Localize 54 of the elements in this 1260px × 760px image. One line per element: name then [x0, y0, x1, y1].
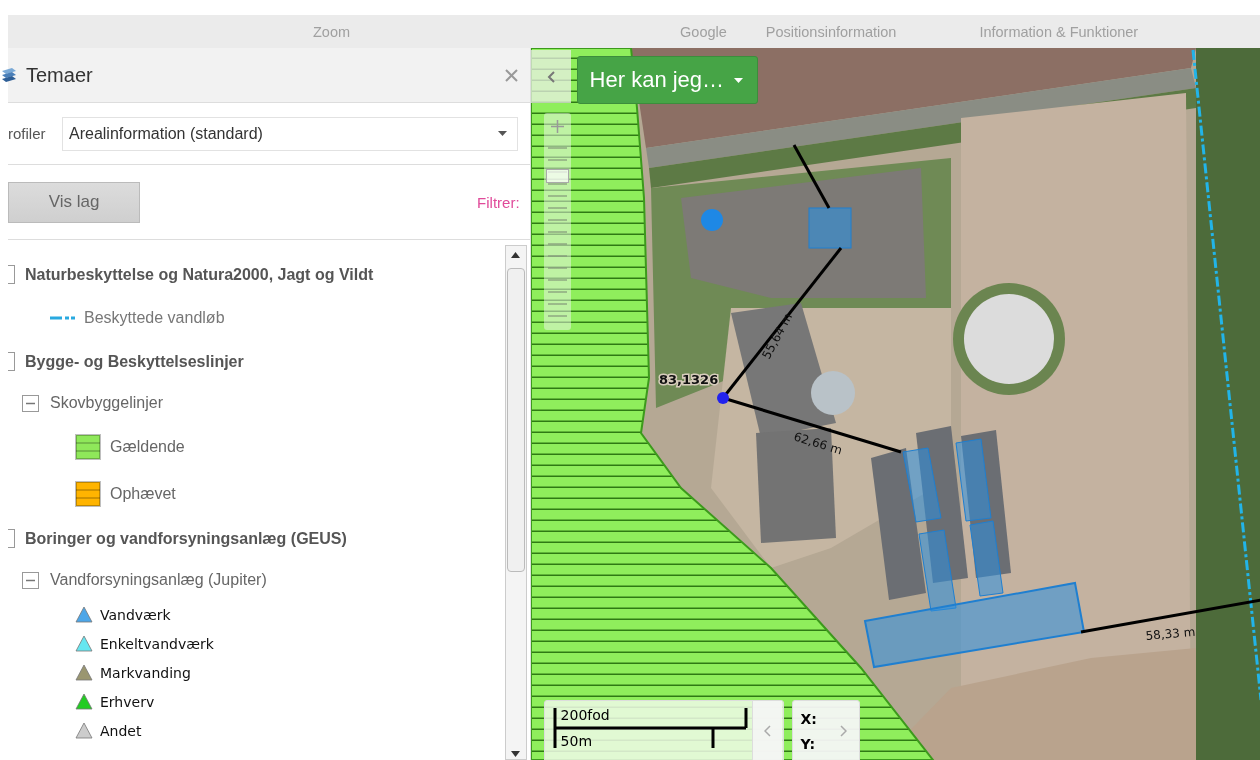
caret-icon — [734, 77, 744, 83]
collapse-panel-button[interactable] — [530, 50, 571, 103]
filter-link[interactable]: Filtrer: — [477, 193, 520, 211]
collapse-icon[interactable] — [22, 394, 39, 412]
actions-menu-button[interactable]: Her kan jeg… — [576, 56, 759, 104]
chevron-left-icon — [763, 725, 771, 737]
legend-label: Vandværk — [100, 606, 171, 623]
group-checkbox[interactable] — [8, 529, 15, 548]
scrollbar-thumb[interactable] — [506, 268, 525, 572]
point-label: 83,1326 — [658, 372, 718, 387]
location-dot — [700, 209, 723, 231]
profile-select[interactable]: Arealinformation (standard) — [62, 116, 518, 151]
top-menu-item[interactable]: Positionsinformation — [765, 23, 897, 40]
layer-group-title[interactable]: Bygge- og Beskyttelseslinjer — [25, 352, 244, 371]
legend-label: Andet — [100, 722, 142, 739]
chevron-right-icon — [840, 725, 848, 737]
collapse-icon[interactable] — [22, 571, 39, 589]
scroll-up-icon[interactable] — [511, 252, 521, 258]
y-coordinate-label: Y: — [800, 736, 817, 752]
top-menu-item[interactable]: Zoom — [313, 23, 351, 40]
top-menu-item[interactable]: Information & Funktioner — [979, 23, 1139, 40]
chevron-left-icon — [546, 70, 555, 83]
close-icon[interactable] — [504, 68, 518, 82]
top-menu-item[interactable]: Google — [680, 23, 727, 40]
measure-line — [792, 144, 830, 209]
silo-drawing — [810, 371, 855, 415]
caret-icon — [498, 131, 507, 136]
group-checkbox[interactable] — [8, 265, 15, 284]
legend-label: Enkeltvandværk — [100, 635, 214, 652]
scale-label: 50m — [560, 733, 593, 749]
sublayer-title[interactable]: Skovbyggelinjer — [50, 394, 163, 412]
layer-group-title[interactable]: Boringer og vandforsyningsanlæg (GEUS) — [25, 529, 347, 548]
profile-label: rofiler — [8, 125, 47, 142]
layers-icon — [2, 67, 16, 83]
legend-label: Ophævet — [110, 484, 176, 503]
scale-label: 200fod — [560, 707, 610, 723]
legend-label: Markvanding — [100, 664, 191, 681]
zoom-in-icon[interactable] — [550, 120, 564, 133]
group-checkbox[interactable] — [8, 352, 15, 371]
layer-group-title[interactable]: Naturbeskyttelse og Natura2000, Jagt og Vildt — [25, 265, 374, 284]
legend-label: Beskyttede vandløb — [84, 309, 225, 327]
distance-label: 58,33 m — [1144, 624, 1196, 643]
distance-label: 62,66 m — [791, 429, 844, 458]
panel-title: Temaer — [26, 63, 94, 87]
zoom-slider[interactable] — [543, 113, 571, 330]
scrollbar[interactable] — [504, 245, 527, 760]
legend-label: Gældende — [110, 437, 185, 456]
x-coordinate-label: X: — [800, 711, 818, 727]
show-layers-button[interactable]: Vis lag — [8, 181, 140, 223]
sublayer-title[interactable]: Vandforsyningsanlæg (Jupiter) — [50, 571, 267, 589]
measure-point — [716, 392, 729, 404]
building-highlight — [808, 207, 852, 249]
scroll-down-icon[interactable] — [511, 751, 521, 757]
legend-label: Erhverv — [100, 693, 155, 710]
